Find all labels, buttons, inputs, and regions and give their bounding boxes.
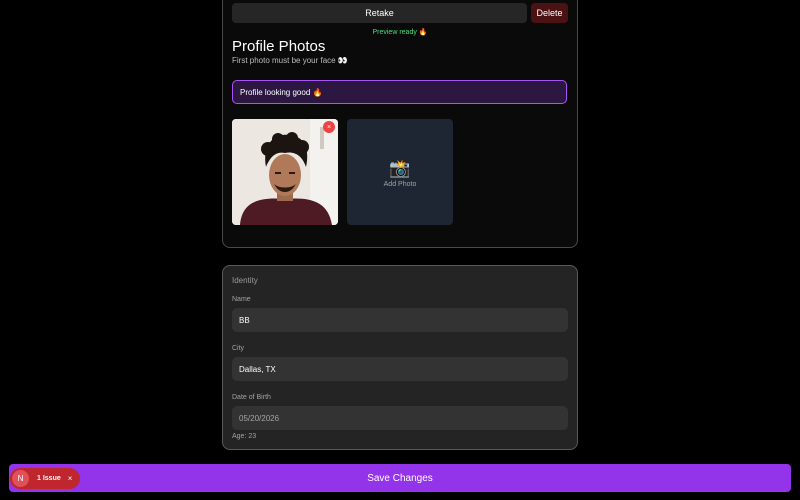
profile-status-text: Profile looking good 🔥	[240, 87, 323, 97]
profile-photo-image	[232, 119, 338, 225]
delete-button[interactable]: Delete	[531, 3, 568, 23]
issues-badge[interactable]: N 1 Issue ×	[10, 468, 81, 489]
identity-title: Identity	[232, 276, 258, 285]
save-changes-label: Save Changes	[367, 472, 433, 484]
add-photo-label: Add Photo	[383, 180, 417, 188]
nextjs-logo-icon: N	[12, 470, 29, 487]
city-value: Dallas, TX	[239, 364, 276, 374]
profile-photos-subtitle: First photo must be your face 👀	[232, 56, 348, 65]
age-text: Age: 23	[232, 433, 257, 440]
name-label: Name	[232, 296, 251, 303]
dob-value: 05/20/2026	[239, 413, 280, 423]
name-field[interactable]: BB	[232, 308, 568, 332]
issues-count-label: 1 Issue	[37, 475, 61, 482]
close-icon[interactable]: ×	[68, 474, 73, 483]
dob-label: Date of Birth	[232, 394, 271, 401]
profile-photos-title: Profile Photos	[232, 38, 326, 55]
add-photo-button[interactable]: 📸 Add Photo	[347, 119, 453, 225]
profile-status-banner: Profile looking good 🔥	[232, 80, 567, 104]
dob-field[interactable]: 05/20/2026	[232, 406, 568, 430]
camera-icon: 📸	[389, 158, 411, 178]
page: Retake Delete Preview ready 🔥 Profile Ph…	[0, 0, 800, 500]
profile-photo-1[interactable]	[232, 119, 338, 225]
preview-status: Preview ready 🔥	[372, 29, 428, 36]
city-label: City	[232, 345, 245, 352]
save-changes-button[interactable]: Save Changes	[9, 464, 791, 492]
remove-photo-button[interactable]: ×	[323, 121, 335, 133]
retake-button[interactable]: Retake	[232, 3, 527, 23]
name-value: BB	[239, 315, 250, 325]
city-field[interactable]: Dallas, TX	[232, 357, 568, 381]
